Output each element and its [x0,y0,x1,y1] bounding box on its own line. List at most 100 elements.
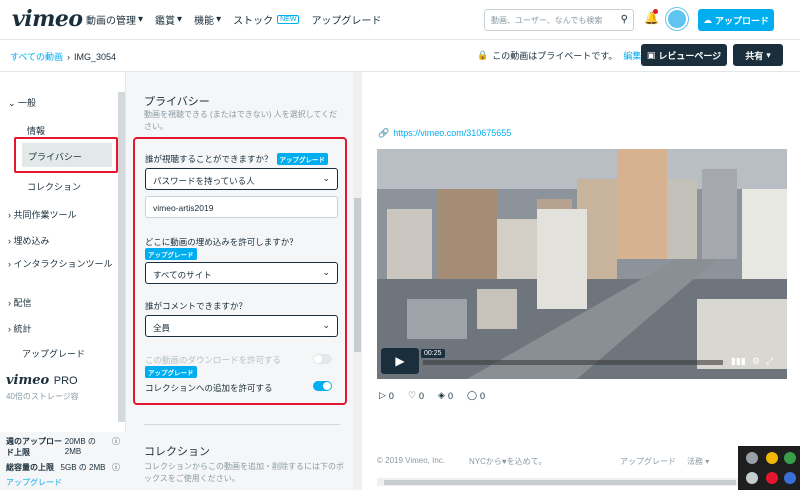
breadcrumb-current: IMG_3054 [74,51,117,62]
info-icon[interactable]: ⓘ [112,462,120,473]
embed-upgrade: アップグレード [141,248,197,260]
sidebar-item-stats[interactable]: › 統計 [8,322,32,335]
sidebar-item-collection[interactable]: コレクション [27,180,81,193]
breadcrumb-all-videos[interactable]: すべての動画 [10,50,63,63]
review-page-button[interactable]: ▣ レビューページ [641,44,727,66]
sidebar-scrollbar[interactable] [118,92,125,422]
chevron-down-icon: ⌄ [322,320,330,330]
chevron-right-icon: › [67,51,71,62]
sidebar-item-interaction[interactable]: › インタラクションツール [8,258,114,271]
play-button[interactable]: ▶ [381,348,419,374]
likes-stat: ♡ 0 [407,390,425,401]
nav-manage-videos[interactable]: 動画の管理 ▾ [86,12,143,27]
settings-icon[interactable]: ⚙ [752,356,760,367]
new-badge: NEW [277,15,300,24]
video-url[interactable]: 🔗 https://vimeo.com/310675655 [378,128,511,139]
share-button[interactable]: 共有 ▾ [733,44,783,66]
sidebar-item-info[interactable]: 情報 [27,124,45,137]
vimeo-pro-promo[interactable]: vimeo PRO 40倍のストレージ容 [6,373,116,417]
footer-copyright: © 2019 Vimeo, Inc. [377,456,446,465]
section-divider [144,424,340,425]
lock-icon: 🔒 [477,50,489,60]
download-toggle[interactable] [313,354,332,364]
add-collection-toggle[interactable] [313,381,332,391]
top-bar: vimeo 動画の管理 ▾ 鑑賞 ▾ 機能 ▾ ストック NEW アップグレード 動画、… [0,0,800,40]
toggle-knob [314,355,322,363]
tray-chrome-icon[interactable] [766,452,778,464]
chevron-down-icon: ▾ [138,14,144,25]
player-icons: ▮▮▮ ⚙ ⤢ [731,356,773,367]
add-collection-label: コレクションへの追加を許可する [145,383,273,393]
footer-legal-link[interactable]: 法務 ▾ [687,456,709,467]
video-player[interactable] [377,149,787,379]
embed-label: どこに動画の埋め込みを許可しますか？ [145,237,298,247]
settings-sidebar [0,72,126,490]
top-nav: 動画の管理 ▾ 鑑賞 ▾ 機能 ▾ ストック NEW アップグレード [86,12,381,27]
vimeo-pro-text: 40倍のストレージ容 [6,392,79,401]
nav-features[interactable]: 機能 ▾ [194,12,221,27]
system-tray [738,446,800,490]
upload-button[interactable]: ☁ アップロード [698,9,774,31]
fullscreen-icon[interactable]: ⤢ [766,356,773,367]
collection-description: コレクションからこの動画を追加・削除するには下のボックスをご使用ください。 [144,462,344,483]
panel-scrollbar-thumb[interactable] [354,198,361,352]
plays-stat: ▷ 0 [379,390,394,401]
upgrade-badge[interactable]: アップグレード [276,153,329,165]
video-subbar: すべての動画 › IMG_3054 🔒 この動画はプライベートです。 編集 ▣ … [0,40,800,72]
time-label: 00:25 [421,349,445,358]
nav-upgrade[interactable]: アップグレード [311,12,381,27]
upload-quota: 週のアップロード上限 20MB の 2MB ⓘ 総容量の上限 5GB の 2MB ⓘ ア… [0,432,126,490]
avatar[interactable] [666,8,688,30]
sidebar-item-privacy[interactable]: プライバシー [22,143,112,167]
tray-red-icon[interactable] [766,472,778,484]
quota-upgrade-link[interactable]: アップグレード [6,477,120,488]
search-input[interactable]: 動画、ユーザー、なんでも検索 ⚲ [484,9,634,31]
privacy-description: 動画を視聴できる (またはできない) 人を選択してください。 [144,110,338,131]
tray-app-icon[interactable] [784,452,796,464]
tray-cloud-icon[interactable] [746,452,758,464]
comment-select[interactable]: 全員 ⌄ [145,315,338,337]
privacy-title: プライバシー [144,96,210,108]
comment-label: 誰がコメントできますか？ [145,301,248,311]
breadcrumb: すべての動画 › IMG_3054 [10,50,116,63]
sidebar-item-privacy-highlight: プライバシー [14,137,118,173]
upgrade-badge[interactable]: アップグレード [145,366,197,378]
search-icon[interactable]: ⚲ [621,14,628,25]
upgrade-badge[interactable]: アップグレード [145,248,197,260]
video-frame [377,149,787,379]
heart-icon: ♡ [407,390,417,400]
download-upgrade: アップグレード [141,366,197,378]
footer-upgrade-link[interactable]: アップグレード [620,456,676,467]
review-icon: ▣ [646,49,656,60]
tray-blue-icon[interactable] [784,472,796,484]
vimeo-logo[interactable]: vimeo [12,6,83,32]
sidebar-item-upgrade[interactable]: アップグレード [22,347,85,360]
chevron-down-icon: ▾ [216,14,222,25]
video-stats: ▷ 0 ♡ 0 ◈ 0 ◯ 0 [379,390,485,401]
nav-stock[interactable]: ストック NEW [233,12,300,27]
layers-icon: ◈ [438,390,445,400]
tray-network-icon[interactable] [746,472,758,484]
progress-bar[interactable] [423,360,723,365]
sidebar-item-collab[interactable]: › 共同作業ツール [8,208,77,221]
cloud-upload-icon: ☁ [702,14,712,25]
chevron-down-icon: ⌄ [322,267,330,277]
edit-privacy-link[interactable]: 編集 [623,49,641,62]
password-field[interactable]: vimeo-artis2019 [145,196,338,218]
who-can-view-select[interactable]: パスワードを持っている人 ⌄ [145,168,338,190]
embed-select[interactable]: すべてのサイト ⌄ [145,262,338,284]
sidebar-item-distribution[interactable]: › 配信 [8,296,32,309]
sidebar-item-embed[interactable]: › 埋め込み [8,234,50,247]
chevron-down-icon: ⌄ [322,173,330,183]
volume-icon[interactable]: ▮▮▮ [731,356,746,367]
horizontal-scrollbar-thumb[interactable] [384,480,736,485]
footer-made-with: NYCから♥を込めて。 [469,457,547,466]
download-label: この動画のダウンロードを許可する [145,355,282,365]
chevron-down-icon: ⌄ [8,98,19,108]
chevron-down-icon: ▾ [703,457,710,466]
comments-stat: ◯ 0 [466,390,486,401]
privacy-status: 🔒 この動画はプライベートです。 編集 [477,49,642,62]
sidebar-item-general[interactable]: ⌄ 一般 [8,96,36,109]
info-icon[interactable]: ⓘ [112,436,120,458]
nav-watch[interactable]: 鑑賞 ▾ [155,12,182,27]
